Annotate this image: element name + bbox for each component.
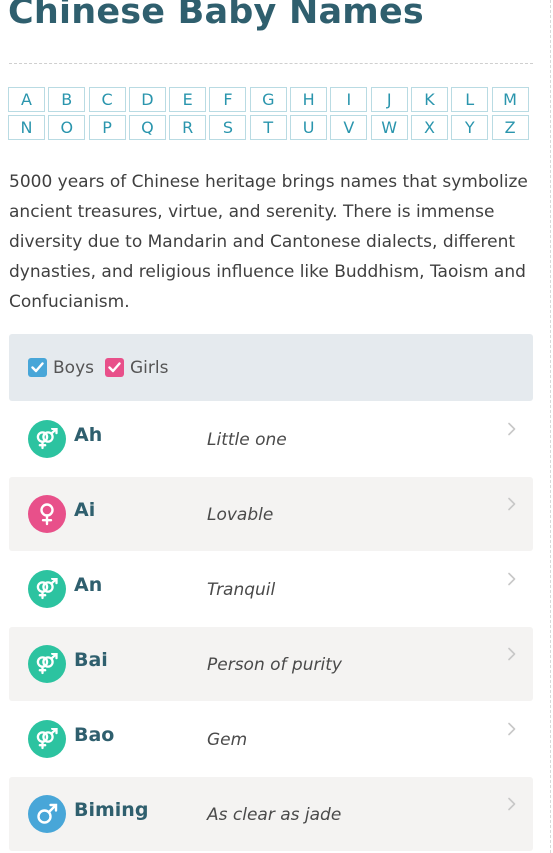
boys-filter-label: Boys [53,357,94,378]
letter-link-b[interactable]: B [48,87,86,112]
unisex-gender-icon [28,420,66,458]
letter-link-a[interactable]: A [8,87,45,112]
alphabet-index: ABCDEFGHIJKLM NOPQRSTUVWXYZ [8,87,532,140]
letter-link-z[interactable]: Z [491,115,529,140]
gender-filter-bar: Boys Girls [9,334,533,401]
letter-link-s[interactable]: S [209,115,247,140]
unisex-gender-icon [28,720,66,758]
name-row-bao[interactable]: Bao Gem [9,702,533,776]
chevron-right-icon [508,422,516,436]
letter-link-u[interactable]: U [290,115,328,140]
baby-name: Ah [74,424,103,446]
unisex-gender-icon [28,645,66,683]
girls-filter-label: Girls [129,357,169,378]
girls-filter[interactable]: Girls [104,357,169,378]
name-row-biming[interactable]: Biming As clear as jade [9,777,533,851]
name-row-bai[interactable]: Bai Person of purity [9,627,533,701]
check-icon [31,362,44,373]
name-meaning: Lovable [207,505,274,525]
baby-name: An [74,574,103,596]
letter-link-x[interactable]: X [410,115,448,140]
letter-link-p[interactable]: P [88,115,126,140]
letter-link-d[interactable]: D [128,87,166,112]
chevron-right-icon [508,647,516,661]
chevron-right-icon [508,797,516,811]
letter-link-c[interactable]: C [88,87,126,112]
letter-link-o[interactable]: O [48,115,86,140]
letter-link-r[interactable]: R [169,115,207,140]
boys-checkbox[interactable] [28,358,47,377]
page-edge-divider [550,0,551,853]
check-icon [108,362,121,373]
male-gender-icon [28,795,66,833]
page-title: Chinese Baby Names [8,0,424,32]
name-meaning: Tranquil [207,580,276,600]
chevron-right-icon [508,722,516,736]
title-divider [9,63,533,64]
unisex-gender-icon [28,570,66,608]
female-gender-icon [28,495,66,533]
girls-checkbox[interactable] [104,358,124,377]
name-meaning: As clear as jade [207,805,342,825]
name-meaning: Gem [207,730,248,750]
letter-link-g[interactable]: G [249,87,287,112]
letter-link-f[interactable]: F [209,87,247,112]
letter-link-k[interactable]: K [410,87,448,112]
letter-link-j[interactable]: J [370,87,408,112]
name-row-ai[interactable]: Ai Lovable [9,477,533,551]
baby-name: Bai [74,649,108,671]
chevron-right-icon [508,497,516,511]
letter-link-t[interactable]: T [249,115,287,140]
letter-link-n[interactable]: N [8,115,45,140]
letter-link-w[interactable]: W [370,115,408,140]
name-row-ah[interactable]: Ah Little one [9,402,533,476]
boys-filter[interactable]: Boys [28,358,94,378]
chevron-right-icon [508,572,516,586]
letter-link-m[interactable]: M [491,87,529,112]
letter-link-v[interactable]: V [330,115,368,140]
name-meaning: Person of purity [207,655,342,675]
letter-link-l[interactable]: L [451,87,489,112]
letter-link-y[interactable]: Y [451,115,489,140]
letter-link-i[interactable]: I [330,87,368,112]
letter-link-e[interactable]: E [169,87,207,112]
baby-name: Ai [74,499,96,521]
name-row-an[interactable]: An Tranquil [9,552,533,626]
letter-link-q[interactable]: Q [128,115,166,140]
baby-name: Biming [74,799,149,821]
baby-name: Bao [74,724,115,746]
name-meaning: Little one [207,430,287,450]
letter-link-h[interactable]: H [290,87,328,112]
intro-text: 5000 years of Chinese heritage brings na… [9,172,528,312]
